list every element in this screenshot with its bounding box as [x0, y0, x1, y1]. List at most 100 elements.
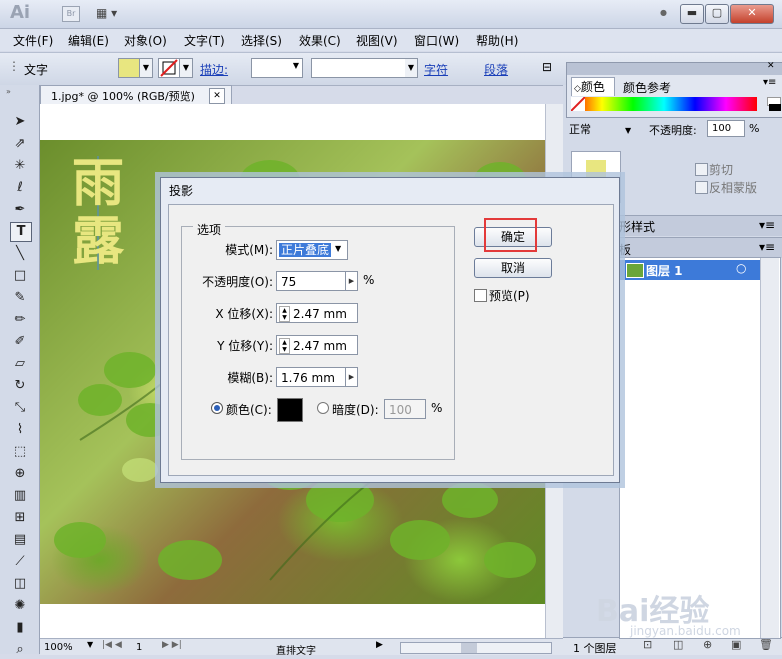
arrange-documents-button[interactable]: ▦ ▾	[96, 6, 126, 22]
symbol-sprayer-tool-icon[interactable]: ✺	[10, 597, 30, 615]
stroke-weight-select[interactable]: ▼	[251, 58, 303, 78]
maximize-button[interactable]: ▢	[705, 4, 729, 24]
layer-target-icon[interactable]: ○	[736, 261, 746, 275]
magic-wand-tool-icon[interactable]: ✳	[10, 157, 30, 175]
lasso-tool-icon[interactable]: ℓ	[10, 179, 30, 197]
next-page-icon[interactable]: ▶ ▶|	[162, 640, 182, 650]
tab-layers[interactable]: 板	[619, 241, 631, 258]
locate-object-icon[interactable]: ⊡	[643, 638, 652, 651]
font-select[interactable]: ▼	[311, 58, 418, 78]
pen-tool-icon[interactable]: ✒	[10, 201, 30, 219]
panel-menu-icon[interactable]: ▾≡	[763, 77, 776, 88]
document-tab[interactable]: 1.jpg* @ 100% (RGB/预览) ✕	[40, 85, 232, 105]
status-menu-icon[interactable]: ▶	[376, 640, 383, 650]
new-layer-icon[interactable]: ▣	[731, 638, 741, 651]
zoom-tool-icon[interactable]: ⌕	[10, 641, 30, 659]
fill-dropdown[interactable]: ▼	[139, 58, 153, 78]
new-sublayer-icon[interactable]: ⊕	[703, 638, 712, 651]
menu-object[interactable]: 对象(O)	[124, 32, 167, 49]
shadow-color-swatch[interactable]	[277, 398, 303, 422]
stroke-swatch[interactable]	[158, 58, 180, 78]
eraser-tool-icon[interactable]: ▱	[10, 355, 30, 373]
tab-graphic-styles[interactable]: 形样式	[619, 218, 655, 235]
preview-checkbox[interactable]	[474, 289, 487, 302]
stepper-arrow-icon[interactable]: ▶	[345, 271, 357, 291]
stepper-arrow-icon[interactable]: ▶	[345, 367, 357, 387]
menu-type[interactable]: 文字(T)	[184, 32, 225, 49]
menu-file[interactable]: 文件(F)	[13, 32, 53, 49]
canvas-text-dew[interactable]: 露	[72, 214, 124, 270]
paintbrush-tool-icon[interactable]: ✎	[10, 289, 30, 307]
zoom-level[interactable]: 100%	[44, 642, 73, 653]
horizontal-scrollbar[interactable]	[400, 642, 552, 654]
fill-swatch[interactable]	[118, 58, 140, 78]
line-tool-icon[interactable]: ╲	[10, 245, 30, 263]
tab-color-guide[interactable]: 颜色参考	[623, 79, 671, 96]
darkness-radio[interactable]	[317, 402, 329, 414]
layer-name[interactable]: 图层 1	[646, 262, 683, 279]
free-transform-tool-icon[interactable]: ⬚	[10, 443, 30, 461]
pencil-tool-icon[interactable]: ✏	[10, 311, 30, 329]
page-number[interactable]: 1	[136, 642, 142, 653]
stepper-icon[interactable]: ▲ ▼	[279, 306, 290, 322]
column-graph-tool-icon[interactable]: ▮	[10, 619, 30, 637]
layers-scrollbar[interactable]	[760, 258, 779, 638]
tab-color[interactable]: ◇颜色	[571, 77, 615, 96]
rectangle-tool-icon[interactable]: □	[10, 267, 30, 285]
blend-tool-icon[interactable]: ◫	[10, 575, 30, 593]
color-panel-titlebar[interactable]: ✕	[567, 61, 782, 75]
collapse-icon[interactable]: »	[6, 87, 11, 96]
canvas-text-rain[interactable]: 雨	[72, 156, 124, 212]
eyedropper-tool-icon[interactable]: ⟋	[10, 553, 30, 571]
blend-mode-select[interactable]: 正常 ▼	[569, 121, 631, 137]
x-offset-field[interactable]: ▲ ▼ 2.47 mm	[276, 303, 358, 323]
shape-builder-tool-icon[interactable]: ⊕	[10, 465, 30, 483]
panel-menu-icon[interactable]: ▾≡	[759, 240, 775, 254]
direct-selection-tool-icon[interactable]: ⇗	[10, 135, 30, 153]
stroke-dropdown[interactable]: ▼	[179, 58, 193, 78]
stepper-icon[interactable]: ▲ ▼	[279, 338, 290, 354]
scale-tool-icon[interactable]: ⤡	[10, 399, 30, 417]
y-offset-field[interactable]: ▲ ▼ 2.47 mm	[276, 335, 358, 355]
rotate-tool-icon[interactable]: ↻	[10, 377, 30, 395]
bridge-button[interactable]: Br	[62, 6, 80, 22]
none-swatch-icon[interactable]	[571, 97, 585, 111]
close-tab-icon[interactable]: ✕	[209, 88, 225, 104]
panel-menu-icon[interactable]: ▾≡	[759, 218, 775, 232]
minimize-button[interactable]: ▬	[680, 4, 704, 24]
color-radio[interactable]	[211, 402, 223, 414]
menu-help[interactable]: 帮助(H)	[476, 32, 518, 49]
opacity-field[interactable]: 100	[707, 120, 745, 137]
menu-select[interactable]: 选择(S)	[241, 32, 282, 49]
panel-menu-icon[interactable]: ⊟	[542, 60, 552, 74]
menu-edit[interactable]: 编辑(E)	[68, 32, 109, 49]
paragraph-link[interactable]: 段落	[484, 61, 508, 78]
zoom-dropdown-icon[interactable]: ▼	[87, 640, 93, 649]
first-page-icon[interactable]: |◀ ◀	[102, 640, 122, 650]
menu-view[interactable]: 视图(V)	[356, 32, 398, 49]
warp-tool-icon[interactable]: ⌇	[10, 421, 30, 439]
clipping-mask-icon[interactable]: ◫	[673, 638, 683, 651]
close-icon[interactable]: ✕	[767, 61, 775, 71]
blur-field[interactable]: 1.76 mm ▶	[276, 367, 358, 387]
graph-tool-icon[interactable]: ▥	[10, 487, 30, 505]
type-tool-icon[interactable]: T	[10, 222, 32, 242]
gradient-tool-icon[interactable]: ▤	[10, 531, 30, 549]
invert-mask-checkbox[interactable]	[695, 181, 708, 194]
opacity-field[interactable]: 75 ▶	[276, 271, 358, 291]
menu-effect[interactable]: 效果(C)	[299, 32, 341, 49]
clip-checkbox[interactable]	[695, 163, 708, 176]
mode-select[interactable]: 正片叠底 ▼	[276, 240, 348, 260]
selection-tool-icon[interactable]: ➤	[10, 113, 30, 131]
character-link[interactable]: 字符	[424, 61, 448, 78]
blob-brush-tool-icon[interactable]: ✐	[10, 333, 30, 351]
mesh-tool-icon[interactable]: ⊞	[10, 509, 30, 527]
stroke-link[interactable]: 描边:	[200, 61, 228, 78]
darkness-field[interactable]: 100	[384, 399, 426, 419]
close-button[interactable]: ✕	[730, 4, 774, 24]
color-spectrum[interactable]	[571, 97, 781, 111]
layer-row[interactable]: 图层 1 ○	[620, 260, 760, 280]
trash-icon[interactable]: 🗑	[759, 638, 773, 651]
cancel-button[interactable]: 取消	[474, 258, 552, 278]
menu-window[interactable]: 窗口(W)	[414, 32, 459, 49]
